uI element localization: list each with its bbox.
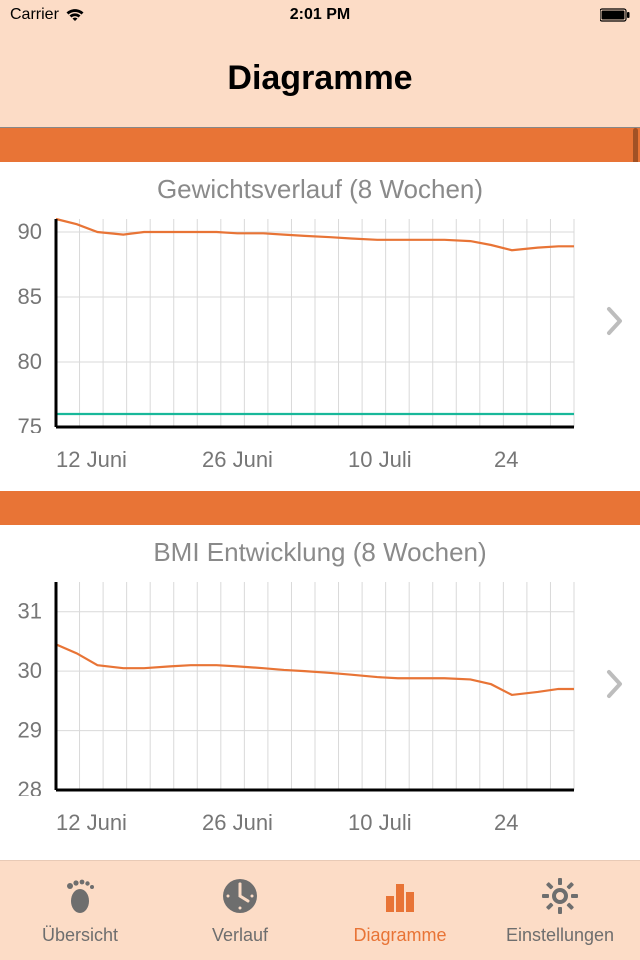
header: Diagramme (0, 30, 640, 128)
x-axis-labels: 12 Juni 26 Juni 10 Juli 24 (0, 796, 640, 854)
tab-history[interactable]: Verlauf (160, 861, 320, 960)
section-divider (0, 491, 640, 525)
chevron-right-icon (606, 669, 624, 704)
svg-text:30: 30 (18, 658, 42, 683)
chart-plot-weight: 75 80 85 90 (0, 213, 590, 433)
clock-icon (220, 876, 260, 921)
x-tick: 12 Juni (56, 447, 202, 473)
chart-title: Gewichtsverlauf (8 Wochen) (0, 174, 640, 205)
chart-title: BMI Entwicklung (8 Wochen) (0, 537, 640, 568)
gear-icon (540, 876, 580, 921)
svg-text:75: 75 (18, 414, 42, 433)
page-title: Diagramme (227, 59, 412, 98)
tab-settings[interactable]: Einstellungen (480, 861, 640, 960)
tab-label: Verlauf (212, 925, 268, 946)
x-tick: 10 Juli (348, 810, 494, 836)
status-bar: Carrier 2:01 PM (0, 0, 640, 30)
chart-card-weight: Gewichtsverlauf (8 Wochen) 75 80 85 90 12 J… (0, 162, 640, 491)
foot-icon (60, 876, 100, 921)
x-tick: 12 Juni (56, 810, 202, 836)
svg-text:80: 80 (18, 349, 42, 374)
x-tick: 26 Juni (202, 810, 348, 836)
tab-label: Übersicht (42, 925, 118, 946)
svg-text:29: 29 (18, 718, 42, 743)
section-divider (0, 128, 640, 162)
chart-card-bmi: BMI Entwicklung (8 Wochen) 28 29 30 31 12 J… (0, 525, 640, 854)
svg-text:28: 28 (18, 777, 42, 796)
svg-text:31: 31 (18, 599, 42, 624)
x-tick: 24 (494, 810, 640, 836)
tab-bar: Übersicht Verlauf Diagramme Einstellunge… (0, 860, 640, 960)
tab-overview[interactable]: Übersicht (0, 861, 160, 960)
chart-detail-button[interactable] (590, 576, 640, 796)
chart-plot-bmi: 28 29 30 31 (0, 576, 590, 796)
x-tick: 10 Juli (348, 447, 494, 473)
chevron-right-icon (606, 306, 624, 341)
tab-charts[interactable]: Diagramme (320, 861, 480, 960)
content-scroll[interactable]: Gewichtsverlauf (8 Wochen) 75 80 85 90 12 J… (0, 128, 640, 860)
svg-text:90: 90 (18, 219, 42, 244)
x-tick: 26 Juni (202, 447, 348, 473)
svg-text:85: 85 (18, 284, 42, 309)
bars-icon (380, 876, 420, 921)
x-axis-labels: 12 Juni 26 Juni 10 Juli 24 (0, 433, 640, 491)
tab-label: Diagramme (353, 925, 446, 946)
status-time: 2:01 PM (0, 6, 640, 24)
x-tick: 24 (494, 447, 640, 473)
tab-label: Einstellungen (506, 925, 614, 946)
chart-detail-button[interactable] (590, 213, 640, 433)
